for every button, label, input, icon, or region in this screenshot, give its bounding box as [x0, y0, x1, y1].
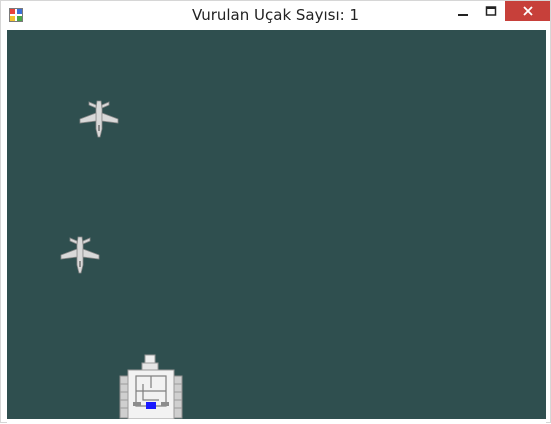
close-icon	[522, 6, 533, 16]
fighter-jet-icon	[60, 236, 100, 274]
maximize-button[interactable]	[477, 1, 504, 21]
title-bar[interactable]: Vurulan Uçak Sayısı: 1	[1, 1, 550, 30]
window-bottom-border	[7, 419, 546, 424]
tank-icon	[119, 354, 183, 419]
game-window: Vurulan Uçak Sayısı: 1	[0, 0, 551, 424]
maximize-icon	[485, 6, 496, 16]
minimize-button[interactable]	[449, 1, 477, 21]
fighter-jet-icon	[79, 100, 119, 138]
minimize-icon	[458, 14, 468, 16]
app-icon[interactable]	[9, 8, 23, 22]
game-canvas[interactable]	[7, 30, 546, 419]
close-button[interactable]	[505, 1, 550, 21]
